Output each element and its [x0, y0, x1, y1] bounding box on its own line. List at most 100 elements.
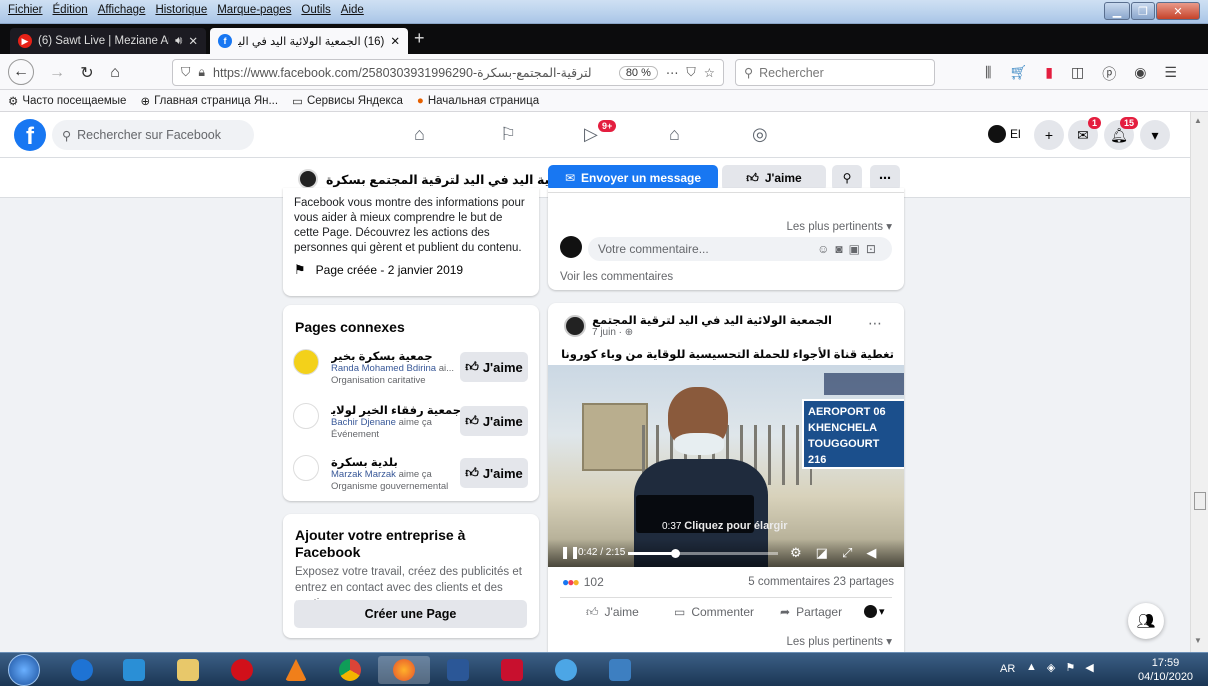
post-date[interactable]: 7 juin · — [592, 327, 625, 338]
menu-tools[interactable]: Outils — [301, 4, 330, 16]
related-page-like-button[interactable]: 👍︎ J'aime — [460, 458, 528, 488]
taskbar-photos[interactable] — [594, 656, 646, 684]
taskbar-paint[interactable] — [540, 656, 592, 684]
create-page-button[interactable]: Créer une Page — [294, 600, 527, 628]
post-audience-selector[interactable]: ▾ — [864, 605, 885, 618]
search-input[interactable]: Rechercher — [759, 66, 824, 80]
taskbar-ie[interactable] — [56, 656, 108, 684]
page-avatar[interactable] — [564, 315, 586, 337]
pages-flag-icon[interactable]: ⚐ — [500, 124, 516, 145]
close-tab-icon[interactable]: ✕ — [188, 34, 198, 48]
page-scrollbar[interactable]: ▲ ▼ — [1190, 112, 1208, 652]
bookmark-yandex-services[interactable]: ▭ Сервисы Яндекса — [292, 94, 403, 108]
related-page-like-button[interactable]: 👍︎ J'aime — [460, 406, 528, 436]
url-bar[interactable]: ⛉ 🔒︎ https://www.facebook.com/2580303931… — [172, 59, 724, 86]
comments-sort-dropdown[interactable]: Les plus pertinents ▾ — [787, 219, 893, 233]
watch-video-icon[interactable]: ▷ — [584, 124, 598, 145]
library-icon[interactable]: ⫼ — [985, 64, 991, 84]
input-language[interactable]: AR — [1000, 663, 1015, 675]
menu-edit[interactable]: Édition — [53, 4, 88, 16]
tab-sawt-live[interactable]: ▶ (6) Sawt Live | Meziane Ami 🔊︎ ✕ — [10, 28, 206, 54]
minimize-button[interactable]: ▁ — [1104, 2, 1130, 20]
menu-file[interactable]: Fichier — [8, 4, 43, 16]
liker-name[interactable]: Marzak Marzak — [331, 469, 396, 480]
pocket-icon[interactable]: ⛉ — [686, 65, 695, 80]
reactions-summary[interactable]: ● ● ● 102 — [562, 575, 604, 589]
url-text[interactable]: https://www.facebook.com/258030393199629… — [213, 65, 611, 80]
menu-bookmarks[interactable]: Marque-pages — [217, 4, 291, 16]
taskbar-opera[interactable] — [216, 656, 268, 684]
zoom-level[interactable]: 80 % — [618, 65, 658, 80]
liker-name[interactable]: Randa Mohamed Bdirina — [331, 363, 436, 374]
search-bar[interactable]: ⚲ Rechercher — [735, 59, 935, 86]
tray-expand-icon[interactable]: ▲ — [1026, 661, 1037, 674]
menu-history[interactable]: Historique — [155, 4, 207, 16]
page-avatar[interactable] — [298, 169, 318, 189]
fullscreen-icon[interactable]: ⤢ — [842, 545, 852, 561]
start-button-icon[interactable] — [8, 654, 40, 686]
reload-icon[interactable]: ↻ — [76, 62, 98, 84]
settings-gear-icon[interactable]: ⚙ — [790, 545, 802, 561]
tab-facebook-page[interactable]: f (16) الجمعية الولائية اليد في اليد لتر… — [210, 28, 408, 54]
profile-link[interactable]: El — [988, 125, 1021, 143]
network-icon[interactable]: ◈ — [1047, 661, 1055, 674]
related-page-avatar[interactable] — [293, 349, 319, 375]
flag-icon[interactable]: ⚑ — [1065, 661, 1075, 674]
video-progress-handle[interactable] — [670, 549, 680, 558]
post-author[interactable]: الجمعية الولائية اليد في اليد لترقية الم… — [592, 313, 832, 327]
maximize-button[interactable]: ❐ — [1131, 2, 1155, 20]
video-player[interactable]: AEROPORT 06 KHENCHELA TOUGGOURT 216 0:37… — [548, 365, 904, 567]
comments-sort-dropdown[interactable]: Les plus pertinents ▾ — [787, 634, 893, 648]
extension-icon[interactable]: ◉ — [1134, 64, 1146, 84]
close-window-button[interactable]: ✕ — [1156, 2, 1200, 20]
bookmark-most-visited[interactable]: ⚙ Часто посещаемые — [8, 94, 126, 108]
scroll-up-icon[interactable]: ▲ — [1194, 116, 1202, 125]
related-page-name[interactable]: بلدية بسكرة — [331, 455, 461, 469]
facebook-search[interactable]: ⚲ Rechercher sur Facebook — [52, 120, 254, 150]
hamburger-menu-icon[interactable]: ☰ — [1164, 64, 1177, 84]
post-comment-button[interactable]: ▭ Commenter — [674, 605, 754, 619]
groups-icon[interactable]: ◎ — [752, 124, 768, 145]
bookmark-yandex-home[interactable]: ⊕ Главная страница Ян... — [140, 94, 278, 108]
taskbar-word[interactable] — [432, 656, 484, 684]
taskbar-explorer[interactable] — [162, 656, 214, 684]
post-share-button[interactable]: ➦ Partager — [780, 605, 842, 619]
account-menu-chevron-down-icon[interactable]: ▾ — [1140, 120, 1170, 150]
close-tab-icon[interactable]: ✕ — [390, 34, 400, 48]
bookmark-start-page[interactable]: ● Начальная страница — [417, 95, 539, 107]
menu-help[interactable]: Aide — [341, 4, 364, 16]
liker-name[interactable]: Bachir Djenane — [331, 417, 396, 428]
video-progress-track[interactable] — [628, 549, 778, 558]
forward-icon[interactable]: → — [46, 62, 68, 84]
related-page-avatar[interactable] — [293, 403, 319, 429]
facebook-search-input[interactable]: Rechercher sur Facebook — [77, 128, 221, 142]
menu-view[interactable]: Affichage — [98, 4, 146, 16]
cart-icon[interactable]: 🛒︎ — [1009, 64, 1027, 84]
related-page-avatar[interactable] — [293, 455, 319, 481]
star-icon[interactable]: ☆ — [704, 65, 715, 80]
taskbar-firefox[interactable] — [378, 656, 430, 684]
home-icon[interactable]: ⌂ — [104, 62, 126, 84]
facebook-logo-icon[interactable]: f — [14, 119, 46, 151]
comment-attachment-icons[interactable]: ☺◙▣⊡ — [817, 242, 882, 256]
sidebar-icon[interactable]: ◫ — [1071, 64, 1084, 84]
comments-shares-count[interactable]: 5 commentaires 23 partages — [748, 576, 894, 588]
taskbar-vlc[interactable] — [270, 656, 322, 684]
lock-icon[interactable]: 🔒︎ — [198, 65, 205, 80]
marketplace-icon[interactable]: ⌂ — [669, 124, 680, 145]
taskbar-chrome[interactable] — [324, 656, 376, 684]
taskbar-media[interactable] — [108, 656, 160, 684]
bookmark-flag-icon[interactable]: ▮ — [1045, 64, 1053, 84]
create-plus-button[interactable]: + — [1034, 120, 1064, 150]
home-icon[interactable]: ⌂ — [414, 124, 425, 145]
taskbar-acrobat[interactable] — [486, 656, 538, 684]
mini-player-icon[interactable]: ◪ — [816, 545, 828, 561]
more-icon[interactable]: ⋯ — [666, 65, 679, 80]
related-page-like-button[interactable]: 👍︎ J'aime — [460, 352, 528, 382]
scrollbar-thumb[interactable] — [1194, 492, 1206, 510]
post-like-button[interactable]: 👍︎ J'aime — [586, 605, 639, 620]
see-comments-link[interactable]: Voir les commentaires — [560, 271, 673, 283]
scroll-down-icon[interactable]: ▼ — [1194, 636, 1202, 645]
comment-input[interactable]: Votre commentaire... ☺◙▣⊡ — [588, 237, 892, 261]
pinterest-icon[interactable]: ⓟ — [1102, 64, 1116, 84]
